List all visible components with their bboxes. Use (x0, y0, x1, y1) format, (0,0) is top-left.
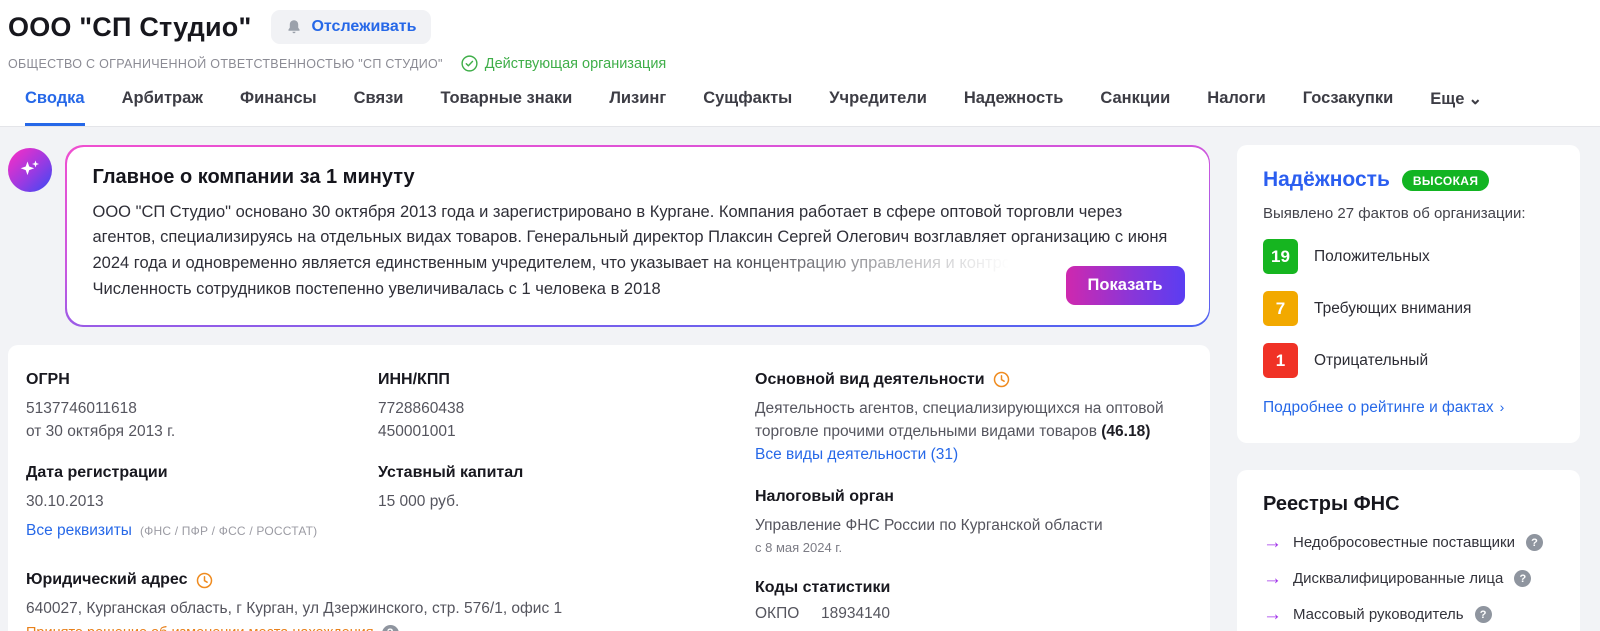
chevron-down-icon: ⌄ (1468, 90, 1483, 108)
fns-registries-title: Реестры ФНС (1263, 493, 1400, 515)
question-icon[interactable]: ? (381, 624, 399, 631)
stat-codes-label: Коды статистики (755, 579, 891, 597)
company-full-name: ОБЩЕСТВО С ОГРАНИЧЕННОЙ ОТВЕТСТВЕННОСТЬЮ… (8, 56, 443, 71)
negative-facts-row: 1 Отрицательный (1263, 343, 1554, 378)
stat-code-row: ОКПО 18934140 (755, 605, 1190, 623)
negative-facts-count: 1 (1263, 343, 1298, 378)
arrow-right-icon: → (1263, 604, 1282, 625)
registry-item-mass-director[interactable]: → Массовый руководитель ? (1263, 605, 1554, 624)
positive-facts-label: Положительных (1314, 247, 1430, 265)
company-name: ООО "СП Студио" (8, 11, 252, 42)
address-warning: Принято решение об изменении места нахож… (26, 625, 374, 631)
legal-address-label: Юридический адрес (26, 571, 188, 589)
ai-sparkle-icon (8, 148, 52, 192)
capital-label: Уставный капитал (378, 464, 524, 482)
status-label: Действующая организация (484, 55, 667, 72)
tab-more[interactable]: Еще ⌄ (1430, 89, 1482, 126)
all-requisites-link[interactable]: Все реквизиты (26, 522, 132, 539)
tax-authority-field: Налоговый орган Управление ФНС России по… (755, 488, 1190, 555)
company-details-card: ОГРН 5137746011618 от 30 октября 2013 г.… (8, 344, 1210, 631)
content-area: Главное о компании за 1 минуту ООО "СП С… (0, 127, 1600, 631)
capital-field: Уставный капитал 15 000 руб. (378, 464, 738, 540)
ogrn-date: от 30 октября 2013 г. (26, 422, 176, 440)
registration-date-value: 30.10.2013 (26, 493, 104, 511)
main-column: Главное о компании за 1 минуту ООО "СП С… (8, 145, 1210, 631)
question-icon[interactable]: ? (1525, 534, 1543, 551)
main-activity-field: Основной вид деятельности Деятельность а… (755, 371, 1190, 465)
tab-suschfakty[interactable]: Сущфакты (703, 89, 792, 126)
tab-nadezhnost[interactable]: Надежность (964, 89, 1063, 126)
inn-kpp-field: ИНН/КПП 7728860438 450001001 (378, 371, 738, 444)
stat-code-value: 18934140 (821, 605, 890, 623)
reliability-title: Надёжность (1263, 168, 1390, 191)
show-button[interactable]: Показать (1065, 266, 1185, 306)
stat-code-name: ОКПО (755, 605, 800, 623)
tab-finansy[interactable]: Финансы (240, 89, 317, 126)
tab-uchrediteli[interactable]: Учредители (829, 89, 927, 126)
kpp-value: 450001001 (378, 422, 456, 440)
capital-value: 15 000 руб. (378, 493, 460, 511)
attention-facts-label: Требующих внимания (1314, 299, 1472, 317)
tab-lizing[interactable]: Лизинг (609, 89, 666, 126)
reliability-card: Надёжность ВЫСОКАЯ Выявлено 27 фактов об… (1237, 145, 1580, 443)
clock-icon (993, 371, 1009, 388)
tax-authority-value: Управление ФНС России по Курганской обла… (755, 517, 1103, 535)
all-activities-link[interactable]: Все виды деятельности (31) (755, 446, 958, 463)
legal-address-value: 640027, Курганская область, г Курган, ул… (26, 600, 563, 618)
legal-address-field: Юридический адрес 640027, Курганская обл… (26, 571, 738, 631)
tab-nalogi[interactable]: Налоги (1207, 89, 1265, 126)
ogrn-label: ОГРН (26, 370, 70, 388)
fns-registries-card: Реестры ФНС → Недобросовестные поставщик… (1237, 470, 1580, 631)
main-activity-code: (46.18) (1101, 422, 1151, 440)
sidebar: Надёжность ВЫСОКАЯ Выявлено 27 фактов об… (1237, 145, 1580, 631)
bell-icon (288, 20, 301, 34)
tax-authority-label: Налоговый орган (755, 488, 894, 506)
attention-facts-count: 7 (1263, 291, 1298, 326)
follow-button[interactable]: Отслеживать (271, 10, 432, 44)
main-activity-label: Основной вид деятельности (755, 370, 985, 388)
requisites-note: (ФНС / ПФР / ФСС / РОССТАТ) (139, 524, 318, 539)
ai-summary-card: Главное о компании за 1 минуту ООО "СП С… (65, 145, 1210, 327)
reliability-level-badge: ВЫСОКАЯ (1401, 169, 1490, 191)
page-header: ООО "СП Студио" Отслеживать ОБЩЕСТВО С О… (0, 0, 1600, 72)
registration-date-field: Дата регистрации 30.10.2013 Все реквизит… (26, 464, 378, 540)
check-circle-icon (461, 55, 478, 72)
tab-tovarnye-znaki[interactable]: Товарные знаки (440, 89, 572, 126)
arrow-right-icon: → (1263, 568, 1282, 589)
tab-bar: Сводка Арбитраж Финансы Связи Товарные з… (0, 72, 1600, 127)
negative-facts-label: Отрицательный (1314, 351, 1429, 369)
tab-svodka[interactable]: Сводка (25, 89, 85, 126)
chevron-right-icon: › (1499, 399, 1505, 415)
status-badge: Действующая организация (461, 55, 667, 72)
question-icon[interactable]: ? (1514, 570, 1532, 587)
rating-details-link[interactable]: Подробнее о рейтинге и фактах › (1263, 399, 1504, 417)
arrow-right-icon: → (1263, 532, 1282, 553)
inn-kpp-label: ИНН/КПП (378, 370, 450, 388)
clock-icon (196, 572, 212, 589)
positive-facts-count: 19 (1263, 239, 1298, 274)
question-icon[interactable]: ? (1474, 606, 1492, 623)
tab-goszakupki[interactable]: Госзакупки (1303, 89, 1394, 126)
reliability-subtitle: Выявлено 27 фактов об организации: (1263, 205, 1526, 222)
registry-item-disqualified-persons[interactable]: → Дисквалифицированные лица ? (1263, 569, 1554, 588)
tab-svyazi[interactable]: Связи (354, 89, 404, 126)
tab-arbitrazh[interactable]: Арбитраж (122, 89, 203, 126)
ogrn-field: ОГРН 5137746011618 от 30 октября 2013 г. (26, 371, 378, 444)
follow-label: Отслеживать (311, 18, 417, 35)
registration-date-label: Дата регистрации (26, 464, 168, 482)
ogrn-value: 5137746011618 (26, 399, 137, 417)
inn-value: 7728860438 (378, 399, 465, 417)
positive-facts-row: 19 Положительных (1263, 239, 1554, 274)
stat-codes-field: Коды статистики ОКПО 18934140 ОКАТО 3740… (755, 579, 1190, 631)
tab-sanktsii[interactable]: Санкции (1100, 89, 1170, 126)
registry-item-unfair-suppliers[interactable]: → Недобросовестные поставщики ? (1263, 533, 1554, 552)
ai-summary-title: Главное о компании за 1 минуту (92, 165, 415, 188)
tax-authority-since: с 8 мая 2024 г. (755, 540, 843, 556)
attention-facts-row: 7 Требующих внимания (1263, 291, 1554, 326)
